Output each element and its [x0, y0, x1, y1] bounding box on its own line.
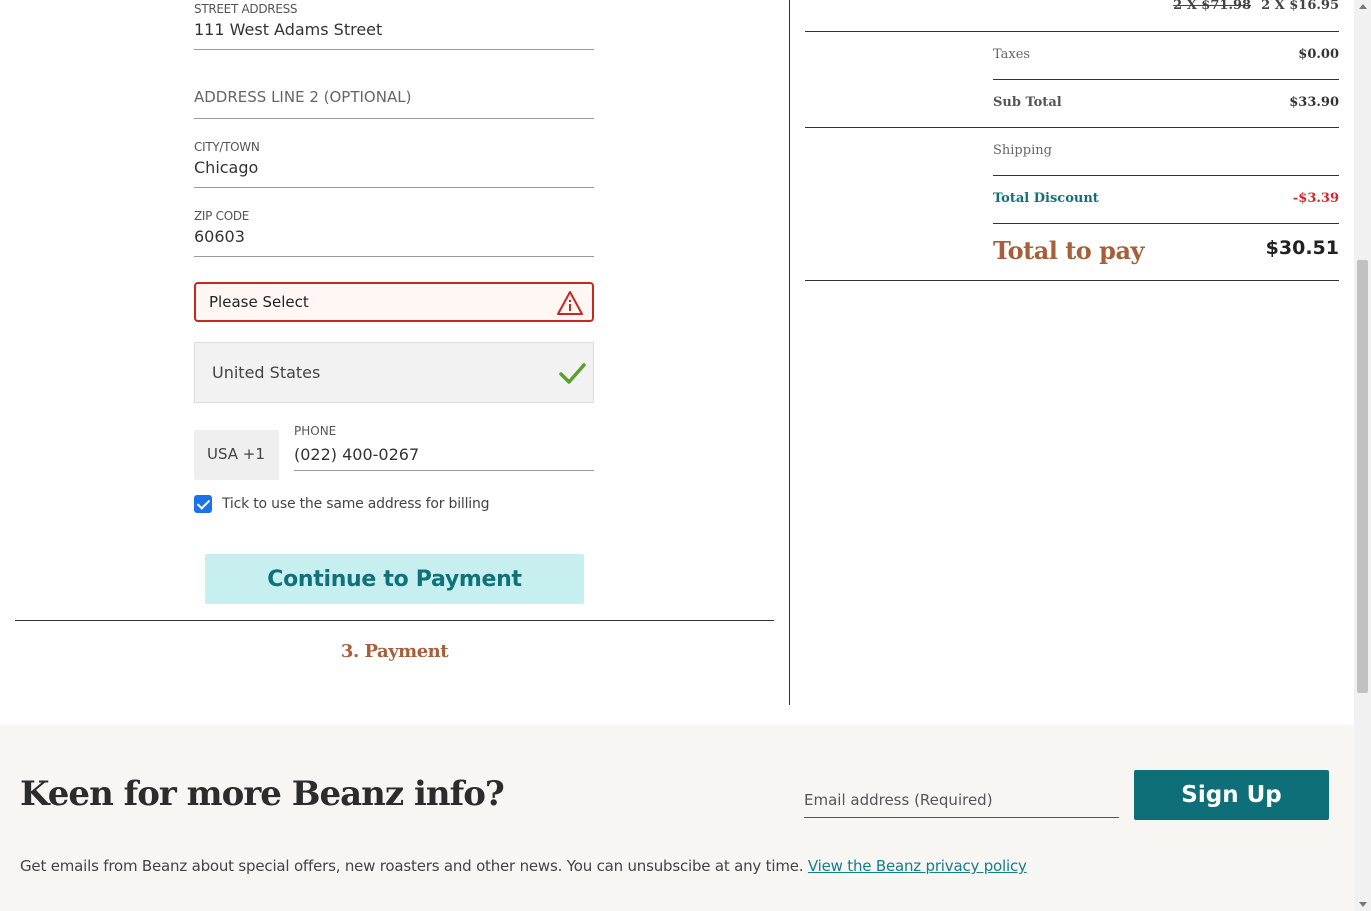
summary-divider	[993, 79, 1339, 80]
section-divider	[15, 620, 774, 621]
subtotal-label: Sub Total	[993, 95, 1062, 110]
privacy-policy-link[interactable]: View the Beanz privacy policy	[808, 857, 1027, 875]
continue-to-payment-button[interactable]: Continue to Payment	[205, 554, 584, 604]
item-price: 2 X $71.98 2 X $16.95	[1173, 0, 1339, 13]
newsletter-description: Get emails from Beanz about special offe…	[20, 857, 1027, 875]
city-value[interactable]: Chicago	[194, 158, 594, 180]
phone-country-code: USA +1	[207, 445, 265, 463]
discounted-price: 2 X $16.95	[1261, 0, 1339, 13]
country-select[interactable]: United States	[194, 342, 594, 403]
same-billing-address-option[interactable]: Tick to use the same address for billing	[194, 495, 490, 513]
subtotal-value: $33.90	[1289, 95, 1339, 110]
street-address-underline	[194, 49, 594, 50]
email-placeholder: Email address (Required)	[804, 791, 993, 809]
shipping-label: Shipping	[993, 143, 1052, 158]
phone-value[interactable]: (022) 400-0267	[294, 445, 594, 464]
state-select[interactable]: Please Select	[194, 282, 594, 322]
street-address-value[interactable]: 111 West Adams Street	[194, 20, 594, 42]
zip-code-field[interactable]: ZIP CODE 60603	[194, 209, 594, 257]
scroll-up-icon[interactable]	[1359, 4, 1367, 9]
street-address-field[interactable]: STREET ADDRESS 111 West Adams Street	[194, 2, 594, 50]
state-select-value: Please Select	[209, 293, 309, 311]
column-divider	[789, 0, 790, 705]
summary-divider	[805, 127, 1339, 128]
warning-icon	[557, 291, 583, 315]
payment-step-heading[interactable]: 3. Payment	[0, 641, 789, 662]
city-underline	[194, 187, 594, 188]
zip-code-value[interactable]: 60603	[194, 227, 594, 249]
newsletter-email-input[interactable]: Email address (Required)	[804, 785, 1119, 818]
taxes-value: $0.00	[1298, 47, 1339, 62]
scrollbar-thumb[interactable]	[1357, 260, 1368, 693]
zip-code-label: ZIP CODE	[194, 209, 250, 223]
phone-field[interactable]: PHONE (022) 400-0267	[294, 424, 594, 471]
same-billing-label: Tick to use the same address for billing	[222, 496, 490, 512]
street-address-label: STREET ADDRESS	[194, 2, 298, 16]
total-value: $30.51	[1265, 237, 1339, 259]
phone-label: PHONE	[294, 424, 337, 438]
newsletter-section: Keen for more Beanz info? Email address …	[0, 725, 1354, 911]
city-field[interactable]: CITY/TOWN Chicago	[194, 140, 594, 188]
newsletter-heading: Keen for more Beanz info?	[20, 774, 505, 814]
total-label: Total to pay	[993, 236, 1144, 265]
newsletter-text: Get emails from Beanz about special offe…	[20, 857, 808, 875]
taxes-label: Taxes	[993, 47, 1031, 62]
summary-divider	[993, 175, 1339, 176]
scroll-down-icon[interactable]	[1359, 902, 1367, 907]
phone-underline	[294, 470, 594, 471]
discount-label: Total Discount	[993, 191, 1099, 206]
summary-divider	[805, 31, 1339, 32]
phone-country-code-select[interactable]: USA +1	[194, 430, 279, 480]
same-billing-checkbox[interactable]	[194, 495, 212, 513]
page-scrollbar[interactable]	[1354, 0, 1371, 911]
original-price: 2 X $71.98	[1173, 0, 1252, 13]
address-line-2-placeholder[interactable]: ADDRESS LINE 2 (OPTIONAL)	[194, 88, 594, 106]
summary-divider	[805, 280, 1339, 281]
city-label: CITY/TOWN	[194, 140, 260, 154]
country-select-value: United States	[212, 363, 321, 382]
summary-divider	[993, 223, 1339, 224]
zip-code-underline	[194, 256, 594, 257]
address-line-2-field[interactable]: ADDRESS LINE 2 (OPTIONAL)	[194, 88, 594, 119]
discount-value: -$3.39	[1292, 191, 1339, 206]
address-line-2-underline	[194, 118, 594, 119]
sign-up-button[interactable]: Sign Up	[1134, 770, 1329, 820]
checkmark-icon	[559, 363, 586, 384]
